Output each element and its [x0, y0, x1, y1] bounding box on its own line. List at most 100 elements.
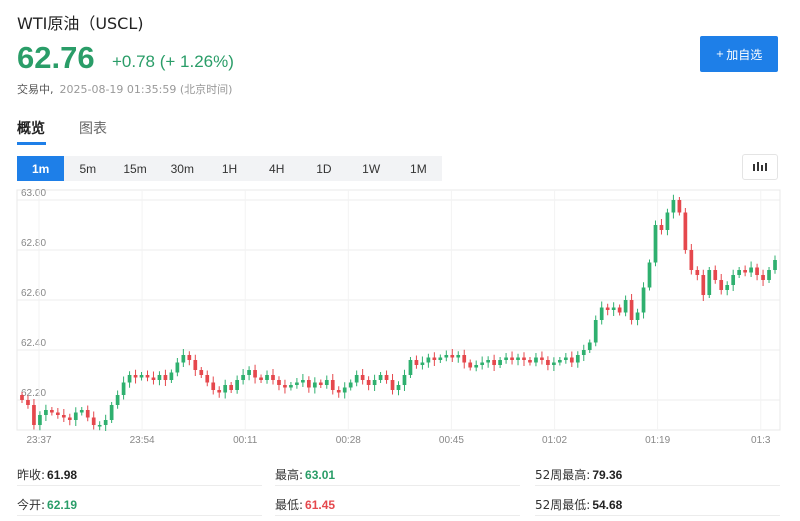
candle-body: [360, 375, 365, 380]
candle-body: [629, 300, 634, 320]
candle-body: [695, 270, 700, 275]
stat-low-label: 最低:: [275, 498, 304, 512]
stat-52w-low-label: 52周最低:: [535, 498, 591, 512]
stat-divider: [275, 485, 520, 486]
candle-body: [217, 390, 222, 393]
candle-body: [139, 375, 144, 378]
candle-body: [581, 350, 586, 355]
candle-body: [558, 360, 562, 363]
candle-body: [271, 375, 275, 380]
stat-low-value: 61.45: [305, 498, 336, 512]
period-5m[interactable]: 5m: [64, 156, 111, 181]
tab-overview[interactable]: 概览: [17, 118, 45, 138]
candle-body: [175, 362, 180, 373]
period-30m[interactable]: 30m: [159, 156, 206, 181]
candle-body: [121, 382, 126, 395]
candle-body: [743, 270, 747, 273]
candle-body: [504, 357, 508, 360]
add-to-watchlist-button[interactable]: + 加自选: [700, 36, 778, 72]
candle-body: [253, 370, 257, 378]
candle-body: [50, 410, 54, 413]
candle-body: [157, 375, 162, 380]
candle-body: [283, 385, 287, 388]
candle-body: [462, 355, 467, 363]
plus-icon: +: [715, 48, 725, 60]
period-1w[interactable]: 1W: [348, 156, 395, 181]
candle-body: [587, 342, 592, 350]
candle-body: [444, 355, 449, 358]
x-tick-label: 23:54: [130, 435, 155, 446]
stat-low: 最低: 61.45: [275, 496, 335, 513]
x-tick-label: 00:45: [439, 435, 464, 446]
stat-52w-high-value: 79.36: [592, 468, 623, 482]
status-timestamp: 2025-08-19 01:35:59 (北京时间): [59, 83, 233, 96]
candle-body: [593, 320, 598, 343]
candle-body: [205, 375, 210, 383]
candle-body: [193, 360, 198, 370]
period-4h[interactable]: 4H: [253, 156, 300, 181]
candle-body: [97, 425, 102, 427]
candle-body: [402, 375, 407, 385]
price-chart[interactable]: 63.00 62.80 62.60 62.40 62.20 23:37 23:54 00:11…: [0, 186, 800, 448]
candle-body: [26, 400, 30, 405]
candle-body: [522, 357, 526, 360]
candle-body: [731, 275, 736, 285]
x-tick-label: 23:37: [26, 435, 51, 446]
candle-body: [432, 357, 437, 360]
candle-body: [79, 410, 84, 413]
x-tick-label: 00:11: [233, 435, 258, 446]
candle-body: [725, 285, 730, 290]
candle-body: [277, 380, 281, 385]
stat-52w-high-label: 52周最高:: [535, 468, 591, 482]
candle-body: [73, 412, 78, 420]
stat-prev-close: 昨收: 61.98: [17, 466, 77, 483]
active-tab-indicator: [17, 142, 46, 145]
period-1m[interactable]: 1m: [17, 156, 65, 181]
candle-body: [61, 415, 66, 418]
candle-body: [211, 382, 216, 390]
candle-body: [366, 380, 371, 385]
y-tick-label: 62.80: [21, 238, 46, 249]
candle-body: [420, 362, 425, 365]
period-1mo[interactable]: 1M: [395, 156, 442, 181]
candle-body: [163, 375, 168, 380]
period-1d[interactable]: 1D: [300, 156, 347, 181]
candle-body: [540, 357, 544, 360]
trading-status: 交易中, 2025-08-19 01:35:59 (北京时间): [17, 81, 232, 97]
candle-body: [44, 410, 48, 415]
candle-body: [408, 360, 413, 375]
candle-body: [474, 365, 479, 368]
candle-body: [701, 275, 706, 295]
stat-high-value: 63.01: [305, 468, 336, 482]
candle-body: [516, 357, 520, 360]
candle-body: [324, 380, 329, 385]
x-tick-label: 01:19: [645, 435, 670, 446]
candle-body: [528, 360, 532, 363]
candle-body: [767, 270, 771, 280]
candle-body: [552, 362, 556, 365]
candle-body: [259, 377, 263, 380]
candle-body: [498, 360, 502, 365]
chart-type-button[interactable]: [742, 154, 778, 180]
tab-chart[interactable]: 图表: [79, 118, 107, 138]
candle-body: [761, 275, 765, 280]
candle-body: [330, 380, 335, 390]
candle-body: [85, 410, 90, 418]
candle-body: [456, 355, 461, 358]
candle-body: [671, 200, 676, 213]
instrument-title: WTI原油（USCL): [17, 14, 144, 33]
stat-divider: [275, 515, 520, 516]
candle-body: [707, 270, 712, 295]
candle-body: [653, 225, 658, 263]
candle-body: [534, 357, 538, 363]
candle-body: [390, 380, 395, 390]
candle-body: [737, 270, 742, 275]
candle-body: [677, 200, 682, 213]
period-1h[interactable]: 1H: [206, 156, 253, 181]
candle-body: [115, 395, 120, 405]
candle-body: [151, 377, 156, 380]
price-change: +0.78 (+ 1.26%): [112, 52, 234, 71]
y-tick-label: 62.60: [21, 288, 46, 299]
candle-body: [235, 380, 239, 390]
period-15m[interactable]: 15m: [111, 156, 158, 181]
